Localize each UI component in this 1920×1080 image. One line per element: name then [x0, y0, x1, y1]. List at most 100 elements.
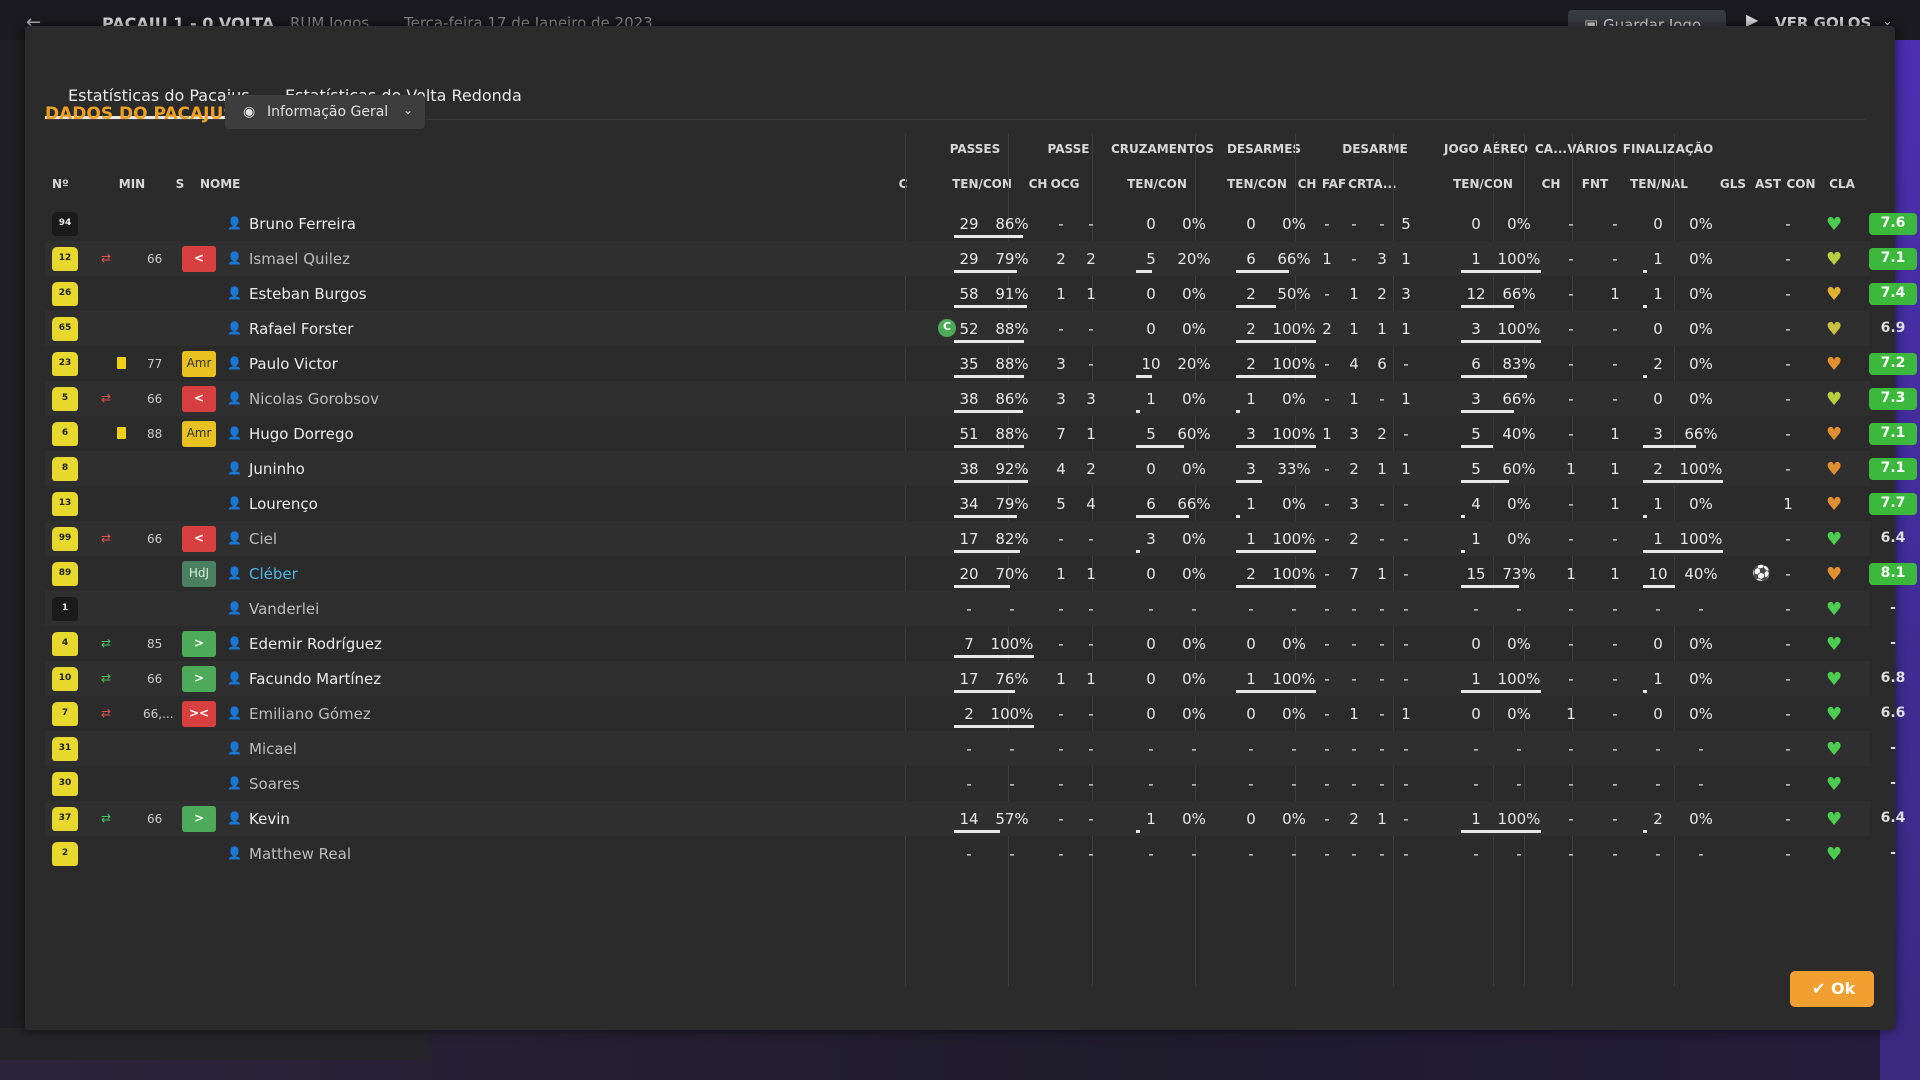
stat-jogo-aereo-pct: 0% — [1507, 495, 1531, 513]
table-row[interactable]: 2 👤 Matthew Real - - - - - - - - - - - - - - - - - - - ♥ - — [45, 836, 1896, 871]
column-header-ast[interactable]: AST — [1754, 177, 1782, 191]
player-name[interactable]: Edemir Rodríguez — [249, 635, 382, 653]
column-header-cla[interactable]: CLA — [1822, 177, 1862, 191]
ok-button[interactable]: ✔ Ok — [1790, 971, 1874, 1007]
stat-passe-ch: 5 — [1056, 495, 1066, 513]
player-name[interactable]: Ciel — [249, 530, 277, 548]
player-name[interactable]: Emiliano Gómez — [249, 705, 371, 723]
player-name[interactable]: Micael — [249, 740, 297, 758]
stat-passes-attempts: 38 — [959, 460, 979, 478]
column-header-aereo[interactable]: TEN/CON — [1443, 177, 1523, 191]
column-header-passes[interactable]: TEN/CON — [942, 177, 1022, 191]
column-header-passe_ocg[interactable]: OCG — [1050, 177, 1080, 191]
stat-passes-attempts: 38 — [959, 390, 979, 408]
player-name[interactable]: Nicolas Gorobsov — [249, 390, 379, 408]
rating-badge: 6.9 — [1880, 320, 1906, 336]
table-row[interactable]: 94 👤 Bruno Ferreira 29 86% - -0 0% 0 0% - - -5 0 0% - -0… — [45, 206, 1917, 241]
status-badge[interactable]: > — [182, 806, 216, 832]
table-row[interactable]: 6 88 Amr 👤 Hugo Dorrego 51 88% 7 1 5 60% 3 100% 1 3 2-5… — [45, 416, 1917, 451]
view-dropdown[interactable]: ◉ Informação Geral ⌄ — [225, 95, 425, 129]
player-name[interactable]: Paulo Victor — [249, 355, 338, 373]
player-name[interactable]: Bruno Ferreira — [249, 215, 356, 233]
table-row[interactable]: 7 ⇄ 66,... >< 👤 Emiliano Gómez 2 100% - -0 0% 0 0% -1… — [45, 696, 1905, 731]
status-badge[interactable]: HdJ — [182, 561, 216, 587]
column-header-desarmes[interactable]: TEN/CON — [1217, 177, 1297, 191]
shirt-number-icon: 6 — [52, 422, 78, 446]
column-header-des_faf[interactable]: FAF — [1321, 177, 1347, 191]
status-badge[interactable]: < — [182, 386, 216, 412]
table-row[interactable]: 31 👤 Micael - - - - - - - - - - - - - - - - - - - ♥ - — [45, 731, 1896, 766]
stat-passe-ocg: - — [1088, 530, 1094, 548]
player-name[interactable]: Matthew Real — [249, 845, 351, 863]
column-header-ca_ch[interactable]: CH — [1539, 177, 1563, 191]
column-header-des_crt[interactable]: CRT — [1347, 177, 1375, 191]
player-name[interactable]: Cléber — [249, 565, 298, 583]
ball-icon: ⚽ — [1752, 564, 1771, 582]
stat-desarme-faf: 1 — [1349, 390, 1359, 408]
table-row[interactable]: 10 ⇄ 66 > 👤 Facundo Martínez 17 76% 1 1 0 0% 1 100% - -… — [45, 661, 1905, 696]
status-badge[interactable]: > — [182, 631, 216, 657]
stat-desarme-crt: 1 — [1377, 565, 1387, 583]
status-badge[interactable]: Amr — [182, 351, 216, 377]
status-badge[interactable]: >< — [182, 701, 216, 727]
stat-passe-ch: 1 — [1056, 285, 1066, 303]
player-name[interactable]: Kevin — [249, 810, 290, 828]
progress-bar-jogo-aereo — [1461, 410, 1514, 413]
stat-varios-fnt: 1 — [1610, 495, 1620, 513]
player-name[interactable]: Facundo Martínez — [249, 670, 381, 688]
column-header-min[interactable]: MIN — [107, 177, 157, 191]
player-name[interactable]: Vanderlei — [249, 600, 319, 618]
status-badge[interactable]: < — [182, 246, 216, 272]
progress-bar-jogo-aereo — [1461, 305, 1514, 308]
player-name[interactable]: Esteban Burgos — [249, 285, 367, 303]
column-header-var_fnt[interactable]: FNT — [1578, 177, 1612, 191]
rating-badge: - — [1890, 600, 1896, 616]
stat-jogo-aereo-pct: 83% — [1502, 355, 1536, 373]
progress-bar-desarmes — [1236, 305, 1276, 308]
table-row[interactable]: 37 ⇄ 66 > 👤 Kevin 14 57% - -1 0% 0 0% -2 1-1 100% - -2 0% -… — [45, 801, 1905, 836]
condition-heart-icon: ♥ — [1826, 739, 1843, 760]
column-header-num[interactable]: Nº — [52, 177, 80, 191]
rating-badge: 6.8 — [1880, 670, 1906, 686]
stat-passes-pct: 79% — [995, 495, 1029, 513]
player-name[interactable]: Soares — [249, 775, 300, 793]
stat-jogo-aereo-attempts: 0 — [1471, 635, 1481, 653]
table-row[interactable]: 23 77 Amr 👤 Paulo Victor 35 88% 3-10 20% 2 100% -4 6… — [45, 346, 1917, 381]
table-row[interactable]: 89 HdJ 👤 Cléber 20 70% 1 1 0 0% 2 100% -7 1-15 73% 1 1 10… — [45, 556, 1917, 591]
stat-passe-ch: 3 — [1056, 390, 1066, 408]
column-header-des_ch[interactable]: CH — [1295, 177, 1319, 191]
table-row[interactable]: 1 👤 Vanderlei - - - - - - - - - - - - - - - - - - - ♥ - — [45, 591, 1896, 626]
stat-finalizacao-attempts: 0 — [1653, 320, 1663, 338]
table-row[interactable]: 65 👤 Rafael Forster C 52 88% - -0 0% 2 100% 2 1 1 1 3 10… — [45, 311, 1905, 346]
stat-desarme-a: 5 — [1401, 215, 1411, 233]
status-badge[interactable]: Amr — [182, 421, 216, 447]
column-header-fin[interactable]: TEN/NAL — [1619, 177, 1699, 191]
table-row[interactable]: 13 👤 Lourenço 34 79% 5 4 6 66% 1 0% -3- -4 0% -1 1 0% 1 ♥ 7… — [45, 486, 1917, 521]
table-row[interactable]: 26 👤 Esteban Burgos 58 91% 1 1 0 0% 2 50% -1 2 3 12 66%… — [45, 276, 1917, 311]
column-header-c[interactable]: C — [893, 177, 913, 191]
player-name[interactable]: Ismael Quilez — [249, 250, 350, 268]
column-header-nome[interactable]: NOME — [200, 177, 260, 191]
column-header-gls[interactable]: GLS — [1718, 177, 1748, 191]
column-header-con[interactable]: CON — [1786, 177, 1816, 191]
stat-passes-attempts: 29 — [959, 215, 979, 233]
stat-desarmes-attempts: - — [1248, 600, 1254, 618]
table-row[interactable]: 8 👤 Juninho 38 92% 4 2 0 0% 3 33% -2 1 1 5 60% 1 1 2 100% - ♥… — [45, 451, 1917, 486]
table-row[interactable]: 5 ⇄ 66 < 👤 Nicolas Gorobsov 38 86% 3 3 1 0% 1 0% -1-1 3… — [45, 381, 1917, 416]
player-name[interactable]: Lourenço — [249, 495, 318, 513]
table-row[interactable]: 12 ⇄ 66 < 👤 Ismael Quilez 29 79% 2 2 5 20% 6 66% 1-3 1 1… — [45, 241, 1917, 276]
table-row[interactable]: 4 ⇄ 85 > 👤 Edemir Rodríguez 7 100% - -0 0% 0 0% - - - -0… — [45, 626, 1896, 661]
table-row[interactable]: 99 ⇄ 66 < 👤 Ciel 17 82% - -3 0% 1 100% -2- -1 0% - -1 100%… — [45, 521, 1905, 556]
stat-passes-attempts: 2 — [964, 705, 974, 723]
player-name[interactable]: Rafael Forster — [249, 320, 353, 338]
stat-passes-pct: 88% — [995, 320, 1029, 338]
player-name[interactable]: Juninho — [249, 460, 305, 478]
table-row[interactable]: 30 👤 Soares - - - - - - - - - - - - - - - - - - - ♥ - — [45, 766, 1896, 801]
column-header-s[interactable]: S — [170, 177, 190, 191]
column-header-cruz[interactable]: TEN/CON — [1117, 177, 1197, 191]
stat-cruzamentos-attempts: - — [1148, 740, 1154, 758]
status-badge[interactable]: < — [182, 526, 216, 552]
status-badge[interactable]: > — [182, 666, 216, 692]
column-header-passe_ch[interactable]: CH — [1028, 177, 1048, 191]
player-name[interactable]: Hugo Dorrego — [249, 425, 354, 443]
